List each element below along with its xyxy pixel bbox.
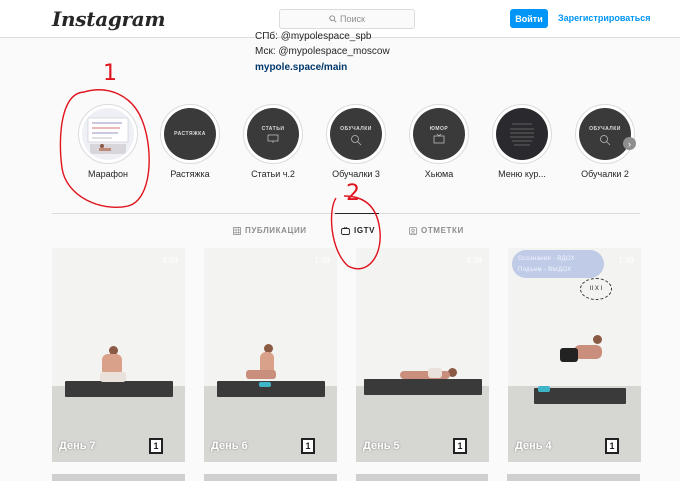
figure-body [574, 345, 602, 359]
yoga-mat [217, 381, 325, 397]
highlight-label: Меню кур... [498, 169, 546, 179]
tab-tagged-label: ОТМЕТКИ [421, 226, 464, 235]
figure-head [593, 335, 602, 344]
highlight-label: Марафон [88, 169, 128, 179]
magnifier-icon [351, 135, 362, 146]
next-row-tile [355, 474, 489, 481]
highlight-tutorials-3[interactable]: ОБУЧАЛКИ Обучалки 3 [323, 104, 389, 179]
sneakers [538, 386, 550, 392]
highlight-label: Обучалки 2 [581, 169, 629, 179]
highlight-label: Хьюма [424, 169, 454, 179]
video-title: День 7 [59, 440, 96, 452]
video-duration: 4:38 [466, 256, 482, 265]
igtv-icon [341, 226, 350, 235]
highlight-cover-text: ОБУЧАЛКИ [589, 126, 621, 132]
video-duration: 1:39 [314, 256, 330, 265]
highlight-ring [78, 104, 138, 164]
highlight-ring: СТАТЬИ [243, 104, 303, 164]
tab-igtv-label: IGTV [354, 226, 376, 235]
bio-website-link[interactable]: mypole.space/main [255, 62, 347, 73]
highlight-ring: РАСТЯЖКА [160, 104, 220, 164]
annotation-number-two: 2 [346, 181, 360, 206]
highlight-cover: РАСТЯЖКА [164, 108, 216, 160]
overlay-line-inhale: Осознание - ВДОХ [518, 256, 575, 262]
highlight-articles-2[interactable]: СТАТЬИ Статьи ч.2 [240, 104, 306, 179]
search-input[interactable]: Поиск [279, 9, 415, 29]
grid-icon [233, 226, 241, 235]
overlay-line-exhale: Подъем - ВЫДОХ [518, 267, 572, 273]
video-badge: 1 [301, 438, 315, 454]
signup-link[interactable]: Зарегистрироваться [558, 13, 650, 23]
next-row-tile [52, 474, 185, 481]
tab-tagged[interactable]: ОТМЕТКИ [409, 226, 464, 235]
highlight-cover: СТАТЬИ [247, 108, 299, 160]
highlight-ring: ОБУЧАЛКИ [326, 104, 386, 164]
tv-icon [433, 134, 445, 144]
tab-posts-label: ПУБЛИКАЦИИ [245, 226, 307, 235]
highlight-cover-text: ОБУЧАЛКИ [340, 126, 372, 132]
video-title: День 5 [363, 440, 400, 452]
bio-line-spb: СПб: @mypolespace_spb [255, 31, 372, 42]
igtv-video-tile[interactable]: Осознание - ВДОХ Подъем - ВЫДОХ II X I 1… [508, 248, 641, 462]
video-duration: 1:43 [618, 256, 634, 265]
highlight-ring: ЮМОР [409, 104, 469, 164]
highlight-cover-text: ЮМОР [429, 126, 449, 132]
next-row-preview [52, 474, 640, 481]
highlight-label: Растяжка [170, 169, 210, 179]
tagged-icon [409, 226, 417, 235]
video-badge: 1 [453, 438, 467, 454]
next-row-tile [507, 474, 640, 481]
highlight-cover [82, 108, 134, 160]
menu-cover-image [510, 123, 534, 146]
bio-line-msk: Мск: @mypolespace_moscow [255, 46, 390, 57]
highlight-cover: ЮМОР [413, 108, 465, 160]
highlight-label: Статьи ч.2 [251, 169, 295, 179]
video-duration: 4:03 [162, 256, 178, 265]
igtv-video-tile[interactable]: 4:38 День 5 1 [356, 248, 489, 462]
sneakers [259, 382, 271, 387]
figure-legs [100, 372, 126, 382]
yoga-mat [364, 379, 482, 395]
highlight-stretching[interactable]: РАСТЯЖКА Растяжка [157, 104, 223, 179]
figure-legs [246, 370, 276, 379]
monitor-icon [267, 134, 279, 143]
figure-body [400, 371, 450, 379]
highlight-ring: ОБУЧАЛКИ [575, 104, 635, 164]
video-thumbnail [356, 248, 489, 386]
highlight-cover [496, 108, 548, 160]
igtv-video-tile[interactable]: 1:39 День 6 1 [204, 248, 337, 462]
annotation-number-one: 1 [103, 61, 117, 86]
highlight-humor[interactable]: ЮМОР Хьюма [406, 104, 472, 179]
magnifier-icon [600, 135, 611, 146]
marathon-cover-image [87, 117, 129, 154]
highlight-cover-text: СТАТЬИ [261, 126, 285, 132]
highlight-course-menu[interactable]: Меню кур... [489, 104, 555, 179]
video-title: День 4 [515, 440, 552, 452]
highlight-cover-text: РАСТЯЖКА [174, 131, 206, 137]
highlight-marathon[interactable]: Марафон [75, 104, 141, 179]
highlight-cover: ОБУЧАЛКИ [579, 108, 631, 160]
highlight-cover: ОБУЧАЛКИ [330, 108, 382, 160]
overlay-sketch-mark: II X I [580, 278, 612, 300]
search-placeholder: Поиск [340, 14, 365, 24]
active-tab-indicator [335, 213, 379, 214]
video-badge: 1 [605, 438, 619, 454]
figure-shorts [428, 368, 442, 378]
video-badge: 1 [149, 438, 163, 454]
highlights-next-button[interactable]: › [623, 137, 636, 150]
search-icon [329, 15, 337, 23]
igtv-video-tile[interactable]: 4:03 День 7 1 [52, 248, 185, 462]
figure-shorts [560, 348, 578, 362]
highlight-ring [492, 104, 552, 164]
tab-posts[interactable]: ПУБЛИКАЦИИ [233, 226, 307, 235]
chevron-right-icon: › [628, 138, 631, 149]
video-title: День 6 [211, 440, 248, 452]
highlight-label: Обучалки 3 [332, 169, 380, 179]
tab-igtv[interactable]: IGTV [341, 226, 375, 235]
next-row-tile [203, 474, 337, 481]
login-button[interactable]: Войти [510, 9, 548, 28]
yoga-mat [65, 381, 173, 397]
video-overlay-text: Осознание - ВДОХ Подъем - ВЫДОХ [518, 254, 575, 276]
instagram-logo[interactable]: Instagram [52, 7, 166, 31]
